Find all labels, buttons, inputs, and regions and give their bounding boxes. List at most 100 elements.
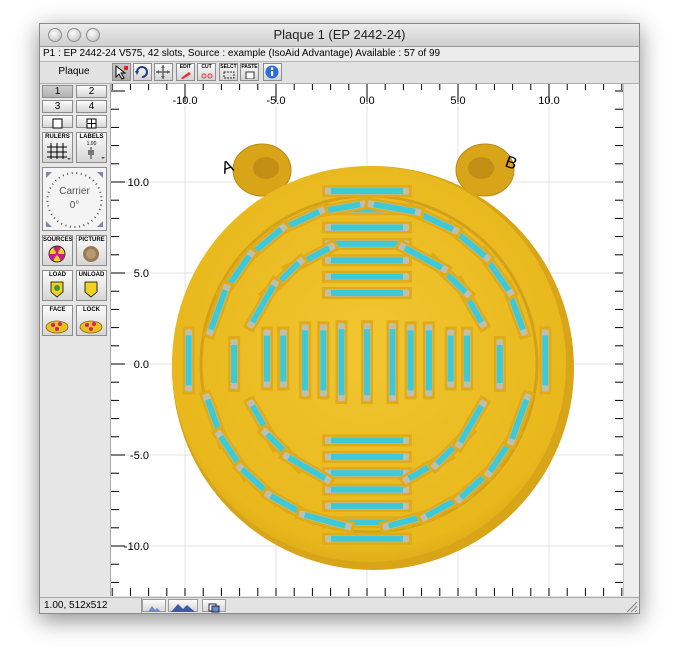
single-pane-icon: [52, 118, 63, 129]
seed-core: [331, 502, 403, 509]
face-label: FACE: [49, 307, 66, 313]
seed-core: [302, 330, 309, 391]
seed-slot: [322, 254, 412, 267]
labels-button[interactable]: LABELS 1.00: [76, 132, 107, 163]
rulers-button[interactable]: RULERS: [42, 132, 73, 163]
seed-slot: [322, 483, 412, 496]
seed-slot: [422, 321, 435, 400]
toolbar: Plaque EDIT CUT SELCT PASTE: [40, 62, 639, 84]
view-button-3[interactable]: 3: [42, 100, 73, 113]
labels-label: LABELS: [79, 134, 104, 140]
seed-core: [331, 224, 403, 231]
lock-icon: [79, 320, 103, 334]
picture-icon: [83, 246, 99, 262]
seed-slot: [493, 336, 506, 392]
seed-core: [231, 345, 238, 383]
seed-slot: [260, 326, 273, 391]
x-tick-label: -5.0: [267, 95, 286, 107]
paste-tool-icon: [245, 71, 254, 80]
seed-slot: [539, 326, 552, 395]
seed-slot: [299, 321, 312, 400]
eyelet-hole-b: [468, 157, 494, 179]
rotate-tool-button[interactable]: [133, 63, 152, 81]
plaque-canvas[interactable]: -10.0 -5.0 0.0 5.0 10.0 10.0 5.0 0.0 -5.0 -10.0 A…: [111, 84, 623, 596]
view-button-1[interactable]: 1: [42, 85, 73, 98]
seed-core: [185, 335, 192, 386]
seed-core: [364, 329, 370, 396]
x-tick-label: 5.0: [450, 95, 465, 107]
view-button-4[interactable]: 4: [76, 100, 107, 113]
title-bar[interactable]: Plaque 1 (EP 2442-24): [40, 24, 639, 47]
zoom-out-button[interactable]: [142, 599, 166, 612]
seed-core: [496, 345, 503, 383]
x-tick-label: 0.0: [359, 95, 374, 107]
seed-slot: [322, 270, 412, 283]
edit-tool-button[interactable]: EDIT: [176, 63, 195, 81]
seed-slot: [317, 321, 330, 400]
paste-tool-button[interactable]: PASTE: [240, 63, 259, 81]
unload-label: UNLOAD: [78, 272, 105, 278]
rotate-tool-icon: [135, 66, 148, 78]
seed-slot: [322, 450, 412, 463]
single-view-button[interactable]: [42, 115, 73, 129]
seed-slot: [322, 467, 412, 480]
x-tick-label: 10.0: [538, 95, 559, 107]
select-tool-label: SELCT: [220, 64, 237, 70]
y-tick-label: -5.0: [130, 450, 149, 462]
lock-label: LOCK: [83, 307, 100, 313]
zoom-in-button[interactable]: [168, 599, 198, 612]
plaque-info-line: P1 : EP 2442-24 V575, 42 slots, Source :…: [40, 47, 639, 62]
load-label: LOAD: [49, 272, 66, 278]
info-button[interactable]: [263, 63, 282, 81]
carrier-dial-icon: [46, 172, 103, 228]
seed-core: [338, 329, 345, 396]
y-tick-label: 0.0: [134, 359, 149, 371]
sources-button[interactable]: SOURCES: [42, 235, 73, 266]
seed-slot: [182, 326, 195, 395]
status-bar: 1.00, 512x512: [40, 597, 639, 613]
y-tick-label: -10.0: [124, 541, 149, 553]
grid-icon: [47, 143, 71, 160]
seed-slot: [322, 221, 412, 234]
cut-tool-button[interactable]: CUT: [197, 63, 216, 81]
seed-core: [425, 330, 432, 391]
plaque-view[interactable]: -10.0 -5.0 0.0 5.0 10.010.05.00.0-5.0-10.0 A…: [111, 84, 623, 596]
mountain-small-icon: [148, 606, 161, 612]
x-tick-label: -10.0: [172, 95, 197, 107]
y-tick-label: 10.0: [128, 177, 149, 189]
seed-slot: [228, 336, 241, 392]
quad-view-button[interactable]: [76, 115, 107, 129]
carrier-dial[interactable]: Carrier 0°: [42, 167, 107, 231]
resize-grip-icon[interactable]: [626, 601, 638, 613]
face-icon: [45, 320, 69, 334]
seed-slot: [386, 320, 399, 405]
cut-tool-icon: [201, 73, 212, 79]
sources-label: SOURCES: [43, 237, 73, 243]
select-tool-button[interactable]: SELCT: [219, 63, 238, 81]
arrow-tool-button[interactable]: [112, 63, 131, 81]
seed-core: [263, 335, 270, 382]
unload-button[interactable]: UNLOAD: [76, 270, 107, 301]
zoom-readout: 1.00, 512x512: [40, 598, 142, 613]
seed-core: [389, 329, 396, 396]
copy-view-button[interactable]: [202, 599, 226, 613]
label-slider-icon: [88, 147, 105, 159]
move-tool-button[interactable]: [154, 63, 173, 81]
seed-slot: [361, 320, 373, 405]
rulers-label: RULERS: [45, 134, 70, 140]
picture-button[interactable]: PICTURE: [76, 235, 107, 266]
seed-core: [407, 330, 414, 391]
vertical-scrollbar[interactable]: [623, 84, 639, 596]
cut-tool-label: CUT: [201, 64, 212, 70]
left-tool-panel: 1 2 3 4 RULERS LABELS 1.00 Carrier 0° SO…: [40, 84, 111, 596]
lock-button[interactable]: LOCK: [76, 305, 107, 336]
picture-label: PICTURE: [78, 237, 105, 243]
face-button[interactable]: FACE: [42, 305, 73, 336]
seed-core: [331, 188, 403, 195]
seed-core: [331, 273, 403, 280]
eyelet-hole-a: [253, 157, 279, 179]
view-button-2[interactable]: 2: [76, 85, 107, 98]
seed-core: [331, 453, 403, 460]
seed-slot: [322, 185, 412, 198]
load-button[interactable]: LOAD: [42, 270, 73, 301]
